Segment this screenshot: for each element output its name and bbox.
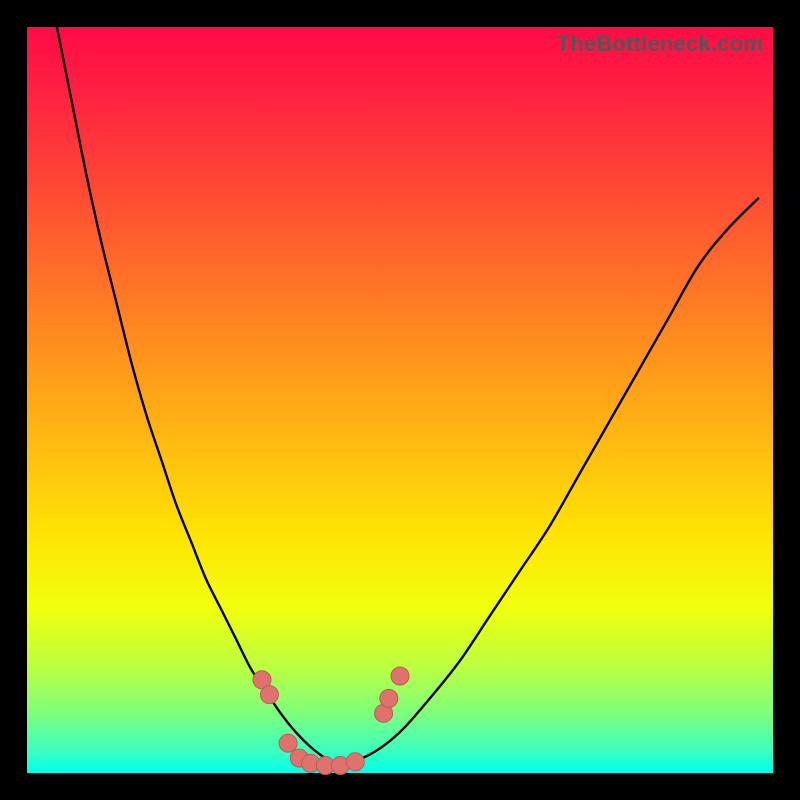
chart-svg — [27, 27, 773, 773]
chart-frame: TheBottleneck.com — [0, 0, 800, 800]
curve-marker — [391, 667, 409, 685]
plot-area: TheBottleneck.com — [27, 27, 773, 773]
curve-marker — [260, 686, 278, 704]
curve-marker — [346, 753, 364, 771]
watermark-text: TheBottleneck.com — [557, 31, 763, 57]
curve-marker — [279, 734, 297, 752]
bottleneck-curve — [57, 27, 758, 764]
curve-markers — [253, 667, 409, 775]
curve-marker — [380, 689, 398, 707]
